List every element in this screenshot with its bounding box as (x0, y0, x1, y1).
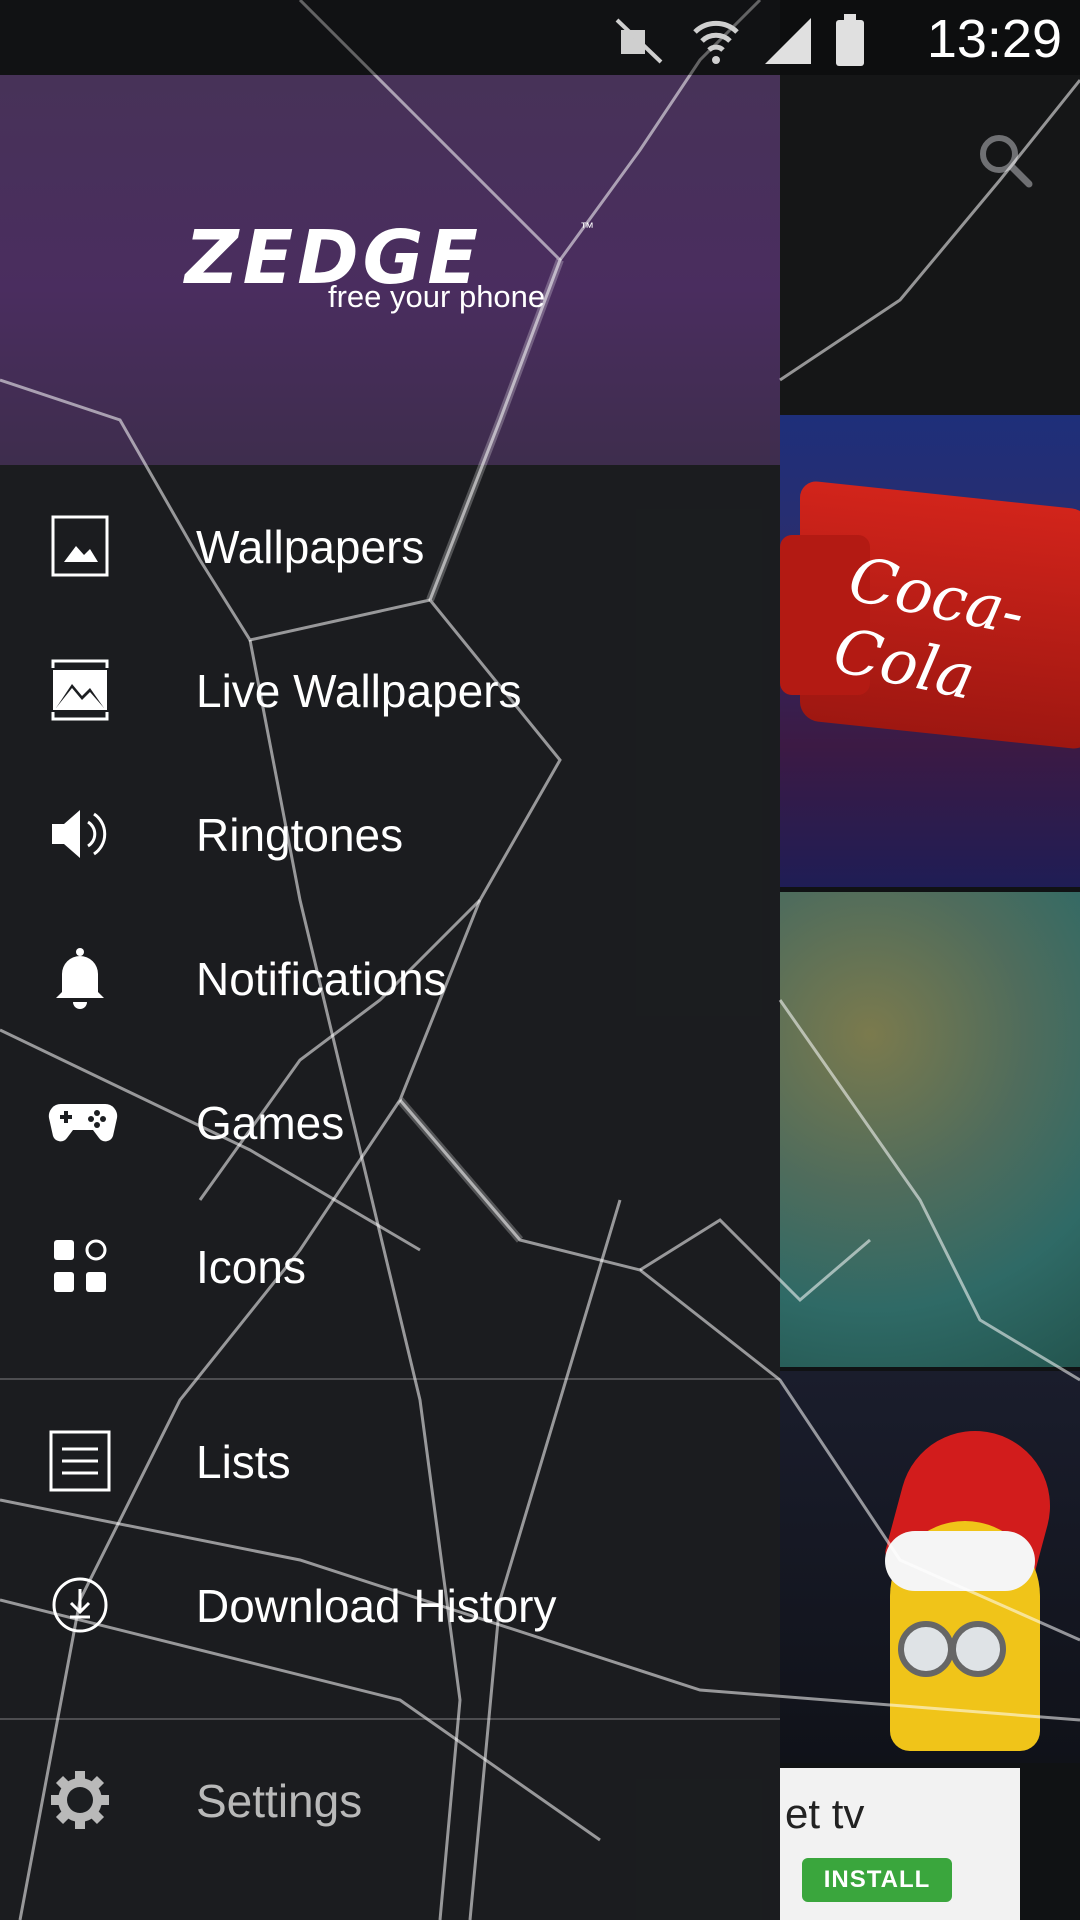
menu-item-label: Notifications (196, 953, 447, 1005)
status-icons (609, 10, 865, 66)
goggle-image (898, 1621, 954, 1677)
menu-item-games[interactable]: Games (0, 1066, 780, 1176)
menu-item-settings[interactable]: Settings (0, 1744, 780, 1854)
menu-item-icons[interactable]: Icons (0, 1210, 780, 1320)
goggle-image (950, 1621, 1006, 1677)
navigation-drawer: ZEDGE ™ free your phone Wallpapers Live … (0, 0, 780, 1920)
menu-item-label: Ringtones (196, 809, 404, 861)
live-wallpaper-icon (48, 658, 112, 722)
image-icon (48, 514, 112, 578)
wifi-icon (693, 20, 739, 64)
ad-banner[interactable]: et tv INSTALL (780, 1768, 1020, 1920)
menu-item-wallpapers[interactable]: Wallpapers (0, 490, 780, 600)
battery-icon (836, 14, 864, 66)
menu-item-lists[interactable]: Lists (0, 1405, 780, 1515)
menu-item-download-history[interactable]: Download History (0, 1549, 780, 1659)
menu-item-label: Wallpapers (196, 521, 425, 573)
menu-item-label: Icons (196, 1241, 306, 1293)
hat-trim-image (885, 1531, 1035, 1591)
list-icon (48, 1429, 112, 1493)
menu-item-live-wallpapers[interactable]: Live Wallpapers (0, 634, 780, 744)
menu-divider (0, 1718, 780, 1720)
menu-item-label: Settings (196, 1775, 363, 1827)
menu-item-label: Download History (196, 1580, 557, 1632)
menu-item-ringtones[interactable]: Ringtones (0, 778, 780, 888)
wallpaper-tile[interactable] (780, 1371, 1080, 1763)
wallpaper-tile[interactable]: Coca-Cola (780, 415, 1080, 887)
status-bar: 13:29 (0, 0, 1080, 75)
menu-item-label: Live Wallpapers (196, 665, 522, 717)
ad-text: et tv (785, 1790, 865, 1837)
logo-trademark: ™ (580, 219, 594, 235)
bell-icon (48, 946, 112, 1010)
speaker-icon (48, 802, 112, 866)
menu-item-label: Games (196, 1097, 345, 1149)
mute-icon (615, 18, 663, 64)
status-time: 13:29 (926, 9, 1062, 69)
menu-item-label: Lists (196, 1436, 291, 1488)
apps-grid-icon (48, 1234, 112, 1298)
install-button[interactable]: INSTALL (802, 1858, 952, 1902)
gear-icon (48, 1768, 112, 1832)
gamepad-icon (46, 1090, 120, 1154)
logo-tagline: free your phone (328, 279, 546, 314)
signal-icon (765, 18, 811, 64)
wallpaper-tile[interactable] (780, 892, 1080, 1367)
menu-divider (0, 1378, 780, 1380)
menu-item-notifications[interactable]: Notifications (0, 922, 780, 1032)
history-icon (48, 1573, 112, 1637)
zedge-logo: ZEDGE ™ free your phone (185, 215, 605, 335)
search-icon[interactable] (975, 130, 1033, 188)
